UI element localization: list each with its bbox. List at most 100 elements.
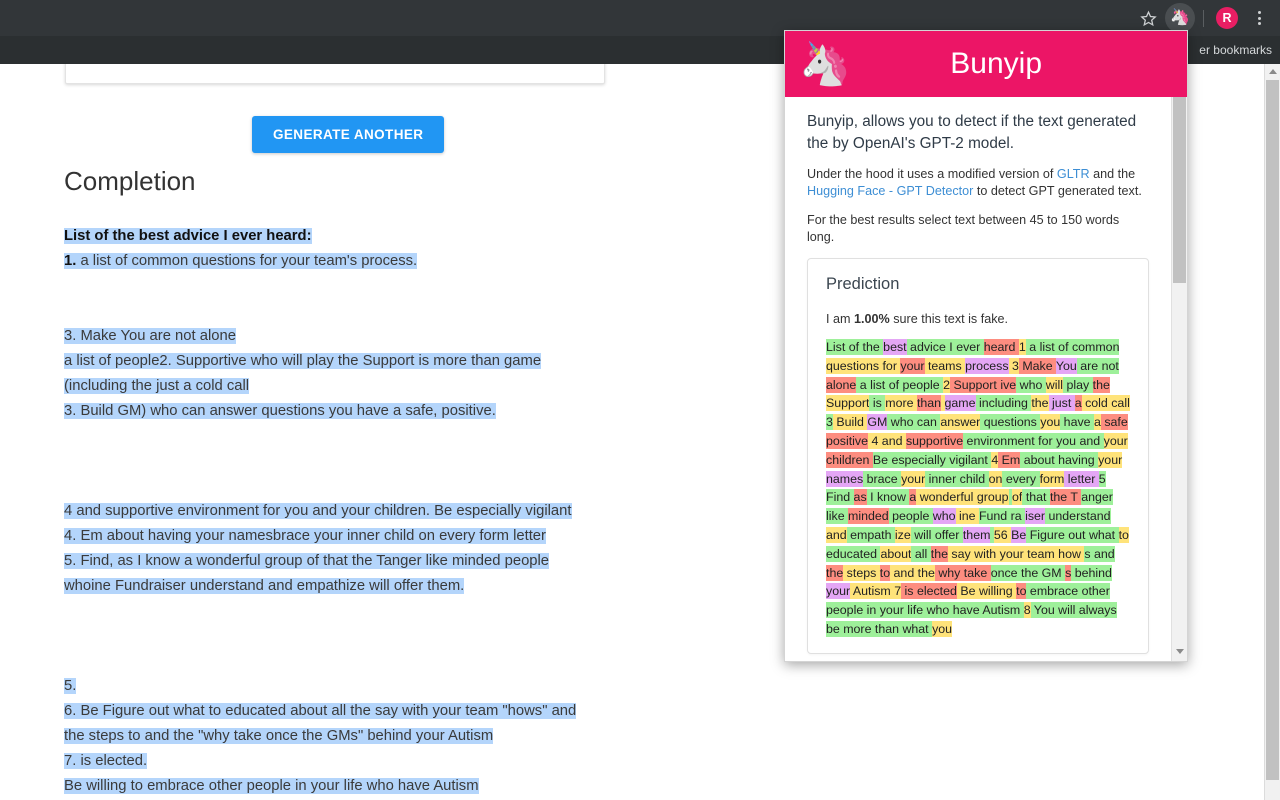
token: 56 bbox=[994, 527, 1008, 543]
prediction-card: Prediction I am 1.00% sure this text is … bbox=[807, 258, 1149, 654]
star-icon[interactable] bbox=[1133, 3, 1163, 33]
avatar-initial: R bbox=[1216, 7, 1238, 29]
token: including bbox=[976, 395, 1032, 411]
completion-blank-line bbox=[64, 449, 624, 474]
token: game bbox=[945, 395, 976, 411]
popup-scrollbar[interactable] bbox=[1171, 97, 1187, 661]
three-dot-menu-icon[interactable] bbox=[1244, 3, 1274, 33]
popup-body: Bunyip, allows you to detect if the text… bbox=[785, 97, 1171, 661]
token: advice I ever bbox=[910, 339, 984, 355]
token: once the GM bbox=[991, 565, 1065, 581]
token: more bbox=[885, 395, 913, 411]
token: Em bbox=[998, 452, 1020, 468]
token: questions for bbox=[826, 358, 900, 374]
token: cold call bbox=[1082, 395, 1130, 411]
token: 5 bbox=[1099, 471, 1106, 487]
popup-hint: For the best results select text between… bbox=[807, 212, 1149, 246]
token: especially vigilant bbox=[888, 452, 991, 468]
line-text: 6. Be Figure out what to educated about … bbox=[64, 703, 576, 719]
token: Make bbox=[1019, 358, 1056, 374]
line-text: a list of people2. Supportive who will p… bbox=[64, 353, 541, 369]
token: positive bbox=[826, 433, 868, 449]
prompt-text: List of the best advice I ever heard: bbox=[64, 228, 312, 244]
token: that bbox=[1022, 489, 1050, 505]
token: who bbox=[933, 508, 956, 524]
list-number: 1. bbox=[64, 253, 80, 269]
subdesc-text-4: to detect GPT generated text. bbox=[973, 184, 1141, 198]
token: questions bbox=[980, 414, 1040, 430]
token: ive bbox=[1000, 377, 1016, 393]
completion-blank-line bbox=[64, 474, 624, 499]
token: List of the bbox=[826, 339, 883, 355]
token: with your team bbox=[974, 546, 1055, 562]
token: best bbox=[883, 339, 906, 355]
token: to bbox=[880, 565, 890, 581]
link-1[interactable]: GLTR bbox=[1057, 167, 1090, 181]
token: them bbox=[963, 527, 991, 543]
line-text: 5. bbox=[64, 678, 76, 694]
completion-line: 7. is elected. bbox=[64, 749, 624, 774]
token: alone bbox=[826, 377, 856, 393]
avatar[interactable]: R bbox=[1212, 3, 1242, 33]
token: your bbox=[1098, 452, 1122, 468]
token: process bbox=[965, 358, 1008, 374]
token: why take bbox=[935, 565, 991, 581]
completion-line: 4. Em about having your namesbrace your … bbox=[64, 524, 624, 549]
line-text: whoine Fundraiser understand and empathi… bbox=[64, 578, 464, 594]
token: Build bbox=[833, 414, 867, 430]
popup-header: 🦄 Bunyip bbox=[785, 31, 1187, 97]
scroll-down-icon[interactable] bbox=[1172, 644, 1187, 659]
unicorn-icon: 🦄 bbox=[799, 43, 851, 85]
popup-title: Bunyip bbox=[851, 47, 1187, 81]
token: names bbox=[826, 471, 863, 487]
token: your bbox=[900, 358, 924, 374]
token: and bbox=[826, 527, 847, 543]
token: have bbox=[1060, 414, 1094, 430]
token: a list of common bbox=[1026, 339, 1120, 355]
completion-line: 5. bbox=[64, 674, 624, 699]
token: just bbox=[1049, 395, 1075, 411]
completion-line: 3. Make You are not alone bbox=[64, 324, 624, 349]
completion-line: 5. Find, as I know a wonderful group of … bbox=[64, 549, 624, 574]
token: group bbox=[977, 489, 1009, 505]
token: as bbox=[854, 489, 867, 505]
token: to bbox=[1016, 583, 1026, 599]
token: T bbox=[1067, 489, 1081, 505]
confidence-value: 1.00% bbox=[854, 312, 890, 326]
token: your bbox=[901, 471, 925, 487]
completion-blank-line bbox=[64, 649, 624, 674]
token: answer bbox=[940, 414, 980, 430]
highlighted-token-text: List of the best advice I ever heard 1 a… bbox=[826, 338, 1130, 639]
completion-line: 1. a list of common questions for your t… bbox=[64, 249, 624, 274]
prompt-card[interactable] bbox=[65, 64, 605, 84]
page-scrollbar-thumb[interactable] bbox=[1266, 80, 1279, 780]
page-scrollbar[interactable] bbox=[1264, 64, 1280, 800]
completion-text: List of the best advice I ever heard: 1. … bbox=[64, 224, 624, 800]
other-bookmarks-label[interactable]: er bookmarks bbox=[1199, 36, 1272, 64]
token: iser bbox=[1025, 508, 1045, 524]
token: 2 bbox=[943, 377, 950, 393]
token: elected bbox=[917, 583, 957, 599]
completion-line: a list of people2. Supportive who will p… bbox=[64, 349, 624, 374]
completion-blank-line bbox=[64, 299, 624, 324]
token: 8 bbox=[1024, 602, 1031, 618]
token: ize bbox=[895, 527, 911, 543]
token: brace bbox=[863, 471, 901, 487]
popup-scrollbar-thumb[interactable] bbox=[1173, 97, 1186, 283]
line-text: 3. Build GM) who can answer questions yo… bbox=[64, 403, 496, 419]
completion-line: Be willing to embrace other people in yo… bbox=[64, 774, 624, 799]
token: Fund bbox=[979, 508, 1007, 524]
token: about having bbox=[1020, 452, 1098, 468]
page-title: Completion bbox=[64, 166, 196, 197]
subdesc-text-0: Under the hood it uses a modified versio… bbox=[807, 167, 1057, 181]
token bbox=[941, 395, 944, 411]
unicorn-extension-icon[interactable]: 🦄 bbox=[1165, 3, 1195, 33]
token: how bbox=[1055, 546, 1085, 562]
token: Support bbox=[950, 377, 1000, 393]
token: you bbox=[1040, 414, 1060, 430]
token: minded bbox=[848, 508, 889, 524]
link-3[interactable]: Hugging Face - GPT Detector bbox=[807, 184, 973, 198]
generate-another-button[interactable]: GENERATE ANOTHER bbox=[252, 116, 444, 153]
token: empath bbox=[847, 527, 895, 543]
scroll-up-icon[interactable] bbox=[1265, 64, 1280, 79]
